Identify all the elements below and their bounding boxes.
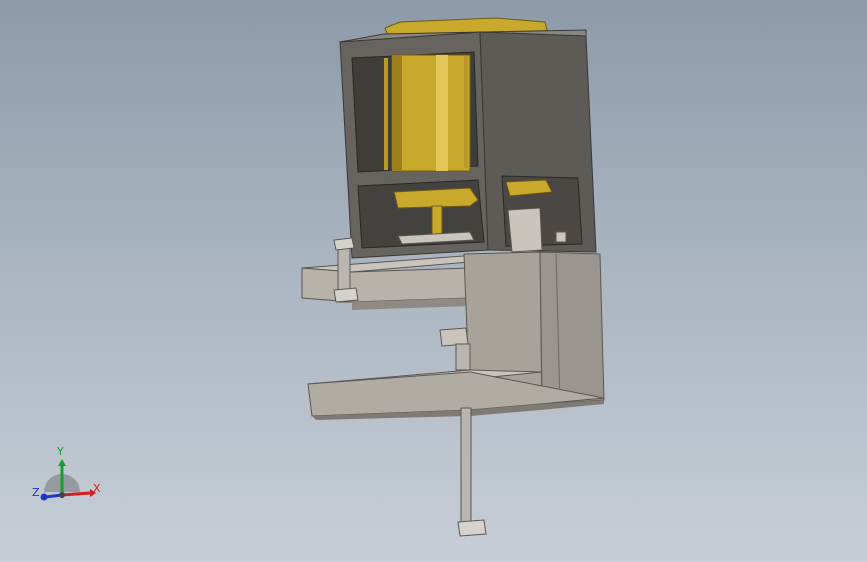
cad-viewport[interactable] (0, 0, 867, 562)
side-tab (555, 231, 567, 243)
upper-screw-head (333, 237, 355, 251)
motor-cylinder-shadow (392, 55, 402, 171)
lower-gear-plate (393, 187, 479, 209)
clamp-pad (439, 327, 469, 347)
clamp-screw-head (457, 519, 487, 537)
side-block (507, 207, 543, 253)
clamp-upper-arm-front (301, 267, 471, 303)
orientation-triad[interactable]: X Y Z (30, 440, 110, 510)
triad-z-label: Z (32, 486, 40, 499)
triad-x-label: X (93, 482, 101, 495)
triad-x-axis (61, 491, 91, 497)
triad-y-label: Y (56, 445, 64, 458)
clamp-screw-shank (460, 407, 472, 525)
motor-cylinder (391, 54, 471, 172)
clamp-screw-collar (455, 343, 471, 371)
triad-origin (59, 492, 65, 498)
triad-z-arrow (40, 493, 48, 501)
triad-y-arrow (58, 459, 66, 466)
upper-screw-nut (333, 287, 359, 303)
clamp-column-side (539, 251, 605, 405)
motor-cylinder-highlight (436, 55, 448, 171)
motor-shaft (431, 205, 443, 235)
motor-frame[interactable] (339, 29, 597, 259)
